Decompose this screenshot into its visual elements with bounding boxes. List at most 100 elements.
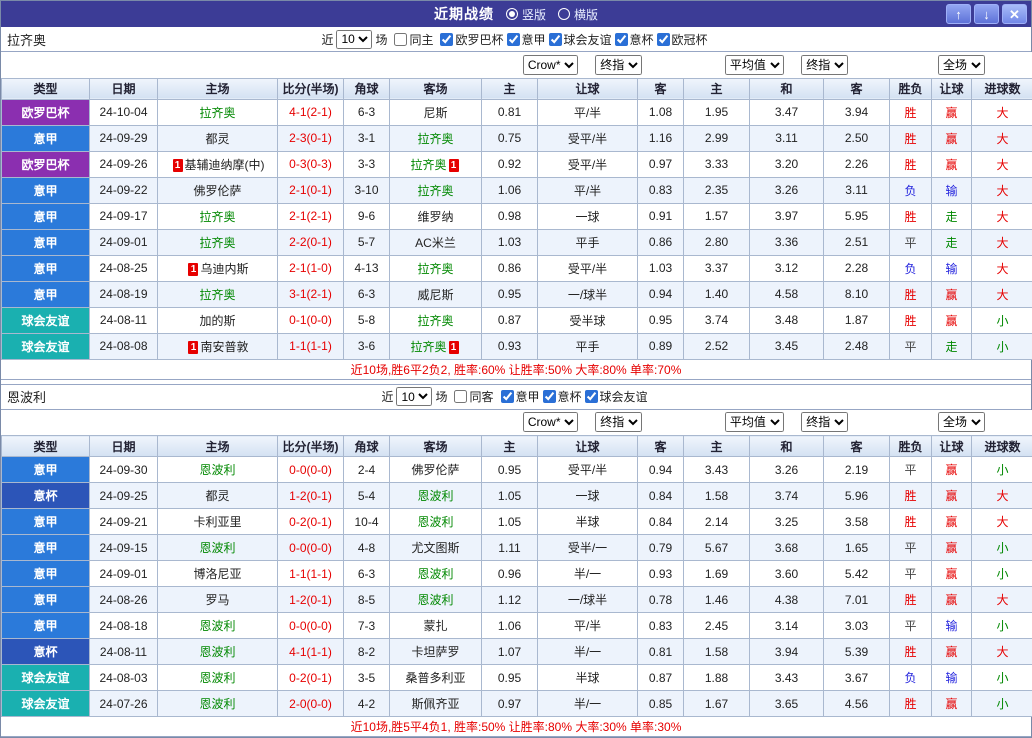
league-filter-checkbox[interactable]: 意甲 xyxy=(507,31,546,48)
league-filter-checkbox-input[interactable] xyxy=(615,33,628,46)
move-down-button[interactable]: ↓ xyxy=(974,4,999,24)
home-team-name[interactable]: 恩波利 xyxy=(199,619,235,633)
league-filter-checkbox[interactable]: 意甲 xyxy=(501,388,540,405)
league-filter-checkbox[interactable]: 意杯 xyxy=(615,31,654,48)
home-team-name[interactable]: 恩波利 xyxy=(199,541,235,555)
same-venue-checkbox-input[interactable] xyxy=(394,33,407,46)
match-date: 24-09-01 xyxy=(90,561,158,587)
league-filter-checkbox[interactable]: 欧冠杯 xyxy=(657,31,708,48)
away-team-name[interactable]: 拉齐奥 xyxy=(417,132,453,146)
league-filter-group: 意甲意杯球会友谊 xyxy=(501,388,651,405)
column-header-corners: 角球 xyxy=(344,436,390,457)
league-filter-checkbox[interactable]: 球会友谊 xyxy=(549,31,612,48)
league-filter-checkbox-input[interactable] xyxy=(543,390,556,403)
away-team-name[interactable]: 恩波利 xyxy=(417,515,453,529)
result-goals: 大 xyxy=(972,255,1032,281)
home-team-name[interactable]: 都灵 xyxy=(205,489,229,503)
close-button[interactable]: ✕ xyxy=(1002,4,1027,24)
away-team-name[interactable]: 拉齐奥 xyxy=(410,340,446,354)
matches-table: Crow* 终指 平均值 终指 全场 类型 日期 主场 比分(半场) xyxy=(1,52,1032,360)
asian-home-odds: 0.75 xyxy=(482,125,538,151)
match-row: 球会友谊 24-07-26 1恩波利 2-0(0-0) 4-2 斯佩齐亚1 0.… xyxy=(2,691,1032,717)
asian-odds-time-select[interactable]: 终指 xyxy=(595,412,642,432)
home-team-cell: 1拉齐奥 xyxy=(158,229,278,255)
away-team-name[interactable]: 尤文图斯 xyxy=(411,541,459,555)
home-team-name[interactable]: 恩波利 xyxy=(199,645,235,659)
euro-odds-company-select[interactable]: 平均值 xyxy=(725,55,784,75)
home-team-name[interactable]: 南安普敦 xyxy=(200,340,248,354)
recent-count-select[interactable]: 10 xyxy=(396,387,432,406)
league-filter-label: 意甲 xyxy=(516,388,540,405)
league-filter-checkbox-input[interactable] xyxy=(549,33,562,46)
same-venue-checkbox-input[interactable] xyxy=(454,390,467,403)
euro-odds-time-select[interactable]: 终指 xyxy=(801,55,848,75)
league-filter-checkbox-input[interactable] xyxy=(585,390,598,403)
view-option-vertical[interactable]: 竖版 xyxy=(506,6,546,23)
home-team-name[interactable]: 拉齐奥 xyxy=(199,210,235,224)
home-team-name[interactable]: 罗马 xyxy=(205,593,229,607)
league-filter-checkbox-input[interactable] xyxy=(501,390,514,403)
asian-odds-company-select[interactable]: Crow* xyxy=(523,55,578,75)
euro-odds-company-select[interactable]: 平均值 xyxy=(725,412,784,432)
away-team-name[interactable]: 拉齐奥 xyxy=(417,262,453,276)
away-team-name[interactable]: 维罗纳 xyxy=(417,210,453,224)
match-row: 意甲 24-09-01 1博洛尼亚 1-1(1-1) 6-3 恩波利1 0.96… xyxy=(2,561,1032,587)
league-filter-checkbox[interactable]: 欧罗巴杯 xyxy=(440,31,503,48)
team-name[interactable]: 恩波利 xyxy=(7,387,46,406)
league-filter-checkbox[interactable]: 意杯 xyxy=(543,388,582,405)
league-filter-checkbox-input[interactable] xyxy=(440,33,453,46)
home-team-name[interactable]: 都灵 xyxy=(205,132,229,146)
away-team-name[interactable]: 拉齐奥 xyxy=(417,184,453,198)
home-team-name[interactable]: 佛罗伦萨 xyxy=(193,184,241,198)
scope-select[interactable]: 全场 xyxy=(938,412,985,432)
euro-draw-odds: 3.12 xyxy=(750,255,824,281)
away-team-name[interactable]: 拉齐奥 xyxy=(417,314,453,328)
asian-odds-company-select[interactable]: Crow* xyxy=(523,412,578,432)
away-team-name[interactable]: 蒙扎 xyxy=(423,619,447,633)
home-team-name[interactable]: 博洛尼亚 xyxy=(193,567,241,581)
away-team-name[interactable]: 斯佩齐亚 xyxy=(411,697,459,711)
away-team-name[interactable]: AC米兰 xyxy=(415,236,456,250)
league-filter-checkbox-input[interactable] xyxy=(507,33,520,46)
home-team-name[interactable]: 拉齐奥 xyxy=(199,236,235,250)
view-option-horizontal[interactable]: 横版 xyxy=(558,6,598,23)
match-date: 24-09-15 xyxy=(90,535,158,561)
away-team-name[interactable]: 恩波利 xyxy=(417,489,453,503)
home-team-name[interactable]: 卡利亚里 xyxy=(193,515,241,529)
corners: 5-4 xyxy=(344,483,390,509)
scope-select[interactable]: 全场 xyxy=(938,55,985,75)
home-team-name[interactable]: 乌迪内斯 xyxy=(200,262,248,276)
home-team-name[interactable]: 加的斯 xyxy=(199,314,235,328)
home-team-name[interactable]: 基辅迪纳摩(中) xyxy=(185,158,265,172)
away-team-name[interactable]: 恩波利 xyxy=(417,593,453,607)
recent-count-select[interactable]: 10 xyxy=(336,30,372,49)
move-up-button[interactable]: ↑ xyxy=(946,4,971,24)
asian-handicap: 一球 xyxy=(538,483,638,509)
same-venue-checkbox[interactable]: 同客 xyxy=(454,388,493,405)
down-arrow-icon: ↓ xyxy=(983,7,990,22)
team-name[interactable]: 拉齐奥 xyxy=(7,30,46,49)
away-team-name[interactable]: 卡坦萨罗 xyxy=(411,645,459,659)
league-filter-checkbox-input[interactable] xyxy=(657,33,670,46)
euro-draw-odds: 4.58 xyxy=(750,281,824,307)
home-team-name[interactable]: 拉齐奥 xyxy=(199,288,235,302)
away-team-name[interactable]: 拉齐奥 xyxy=(410,158,446,172)
asian-odds-time-select[interactable]: 终指 xyxy=(595,55,642,75)
home-team-name[interactable]: 拉齐奥 xyxy=(199,106,235,120)
away-team-name[interactable]: 威尼斯 xyxy=(417,288,453,302)
away-team-name[interactable]: 桑普多利亚 xyxy=(405,671,465,685)
home-team-name[interactable]: 恩波利 xyxy=(199,463,235,477)
column-header-handicap: 让球 xyxy=(538,78,638,99)
close-icon: ✕ xyxy=(1009,7,1020,22)
column-header-result: 胜负 xyxy=(890,436,932,457)
home-team-cell: 1恩波利 xyxy=(158,457,278,483)
home-team-name[interactable]: 恩波利 xyxy=(199,671,235,685)
away-team-name[interactable]: 佛罗伦萨 xyxy=(411,463,459,477)
euro-odds-time-select[interactable]: 终指 xyxy=(801,412,848,432)
away-team-name[interactable]: 恩波利 xyxy=(417,567,453,581)
home-team-name[interactable]: 恩波利 xyxy=(199,697,235,711)
league-filter-checkbox[interactable]: 球会友谊 xyxy=(585,388,648,405)
away-team-name[interactable]: 尼斯 xyxy=(423,106,447,120)
same-venue-checkbox[interactable]: 同主 xyxy=(394,31,433,48)
result-handicap: 赢 xyxy=(932,457,972,483)
